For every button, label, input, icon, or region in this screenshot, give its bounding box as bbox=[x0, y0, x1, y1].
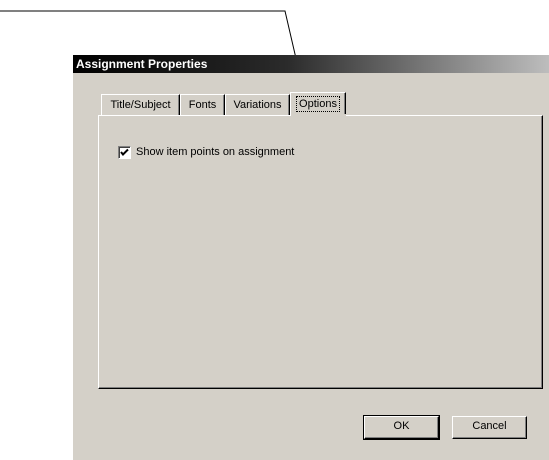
cancel-button[interactable]: Cancel bbox=[452, 416, 527, 439]
tab-label: Title/Subject bbox=[110, 99, 171, 111]
checkmark-icon bbox=[120, 148, 129, 156]
dialog-title: Assignment Properties bbox=[73, 55, 549, 73]
tab-variations[interactable]: Variations bbox=[225, 94, 290, 116]
ok-button[interactable]: OK bbox=[363, 415, 440, 440]
show-item-points-checkbox[interactable] bbox=[118, 146, 131, 159]
tab-options[interactable]: Options bbox=[290, 92, 346, 116]
tab-label: Fonts bbox=[188, 99, 217, 111]
tab-title-subject[interactable]: Title/Subject bbox=[101, 94, 180, 116]
show-item-points-label[interactable]: Show item points on assignment bbox=[136, 146, 294, 159]
tab-fonts[interactable]: Fonts bbox=[180, 94, 225, 116]
tab-label: Variations bbox=[233, 99, 282, 111]
active-tab-join bbox=[291, 114, 346, 117]
tab-label: Options bbox=[296, 96, 340, 112]
